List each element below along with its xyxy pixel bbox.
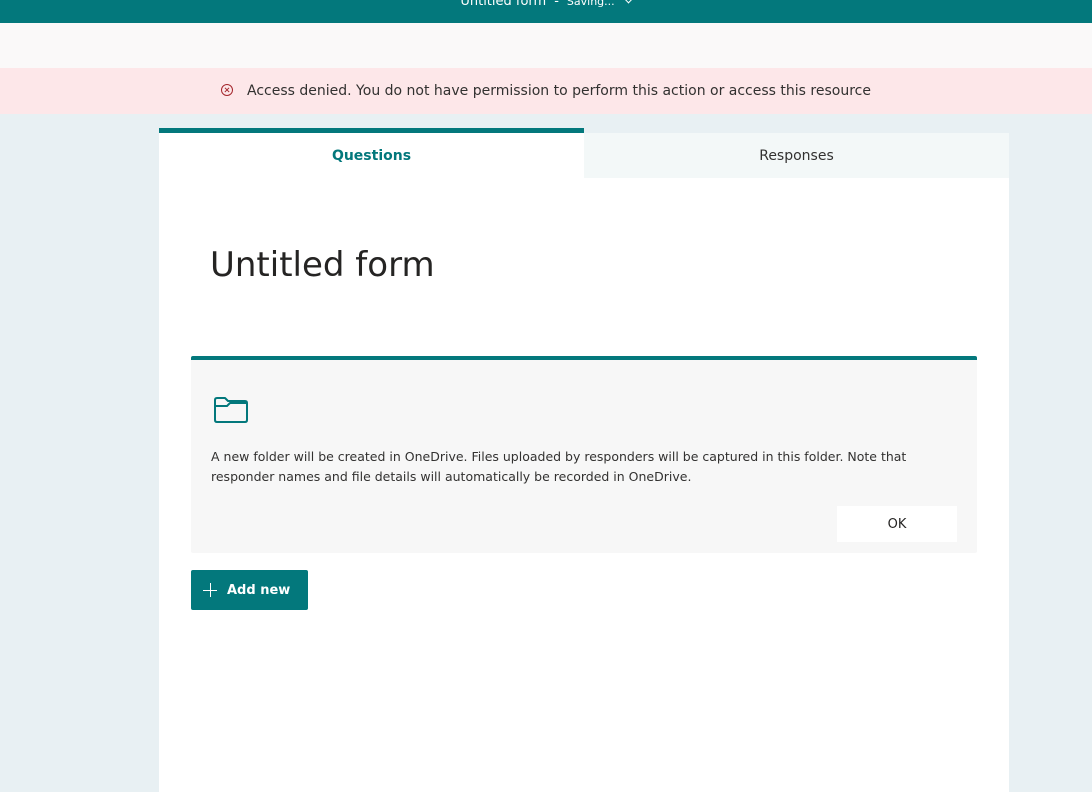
error-message: Access denied. You do not have permissio… (247, 83, 871, 99)
tab-questions[interactable]: Questions (159, 128, 584, 178)
save-status: Saving... (566, 0, 615, 8)
add-new-button[interactable]: Add new (191, 570, 308, 610)
add-new-label: Add new (227, 582, 291, 598)
error-circle-icon (221, 84, 234, 96)
header-title-area[interactable]: Untitled form - Saving... (0, 0, 1092, 10)
command-bar (0, 23, 1092, 68)
upload-notice-text: A new folder will be created in OneDrive… (211, 449, 907, 484)
ok-button[interactable]: OK (837, 506, 957, 542)
tab-bar: Questions Responses (159, 128, 1009, 178)
plus-icon (203, 583, 217, 597)
header-form-title: Untitled form (460, 0, 547, 9)
top-bar: Untitled form - Saving... (0, 0, 1092, 23)
error-banner: Access denied. You do not have permissio… (0, 68, 1092, 114)
upload-notice-card: A new folder will be created in OneDrive… (191, 356, 977, 553)
tab-responses[interactable]: Responses (584, 133, 1009, 178)
header-separator: - (554, 0, 559, 9)
chevron-down-icon[interactable] (623, 0, 634, 4)
folder-icon (214, 397, 248, 423)
form-title[interactable]: Untitled form (210, 243, 435, 287)
